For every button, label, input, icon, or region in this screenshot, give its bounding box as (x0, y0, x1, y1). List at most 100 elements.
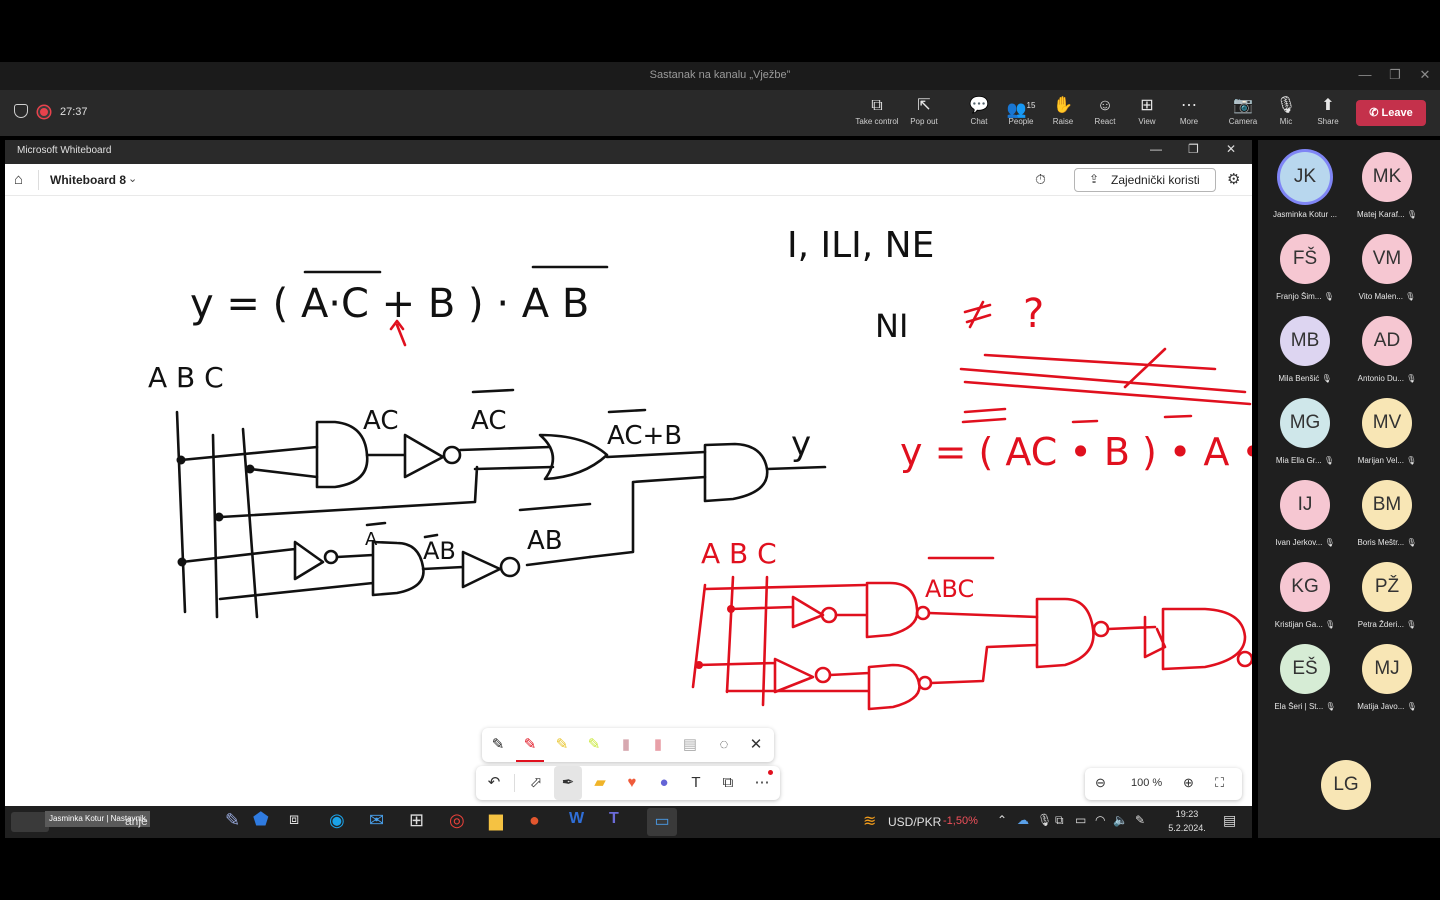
chevron-down-icon[interactable]: ⌄ (128, 172, 137, 185)
more-button[interactable]: ⋯ More (1167, 96, 1211, 132)
participant-avatar[interactable]: EŠ (1280, 644, 1330, 694)
settings-gear-icon[interactable]: ⚙ (1227, 170, 1240, 188)
chrome-icon[interactable]: ◎ (449, 810, 465, 831)
sticky-note-icon[interactable]: ▰ (586, 766, 614, 800)
camera-tray-icon[interactable]: ⧉ (1055, 813, 1064, 828)
people-button[interactable]: 👥15 People (999, 96, 1043, 132)
pop-out-label: Pop out (910, 117, 938, 126)
participant-avatar[interactable]: BM (1362, 480, 1412, 530)
red-not-gate-2 (697, 657, 815, 694)
participant-avatar[interactable]: LG (1321, 760, 1371, 810)
minimize-button[interactable]: — (1350, 62, 1380, 90)
folder-icon[interactable]: ▆ (489, 810, 503, 831)
volume-icon[interactable]: 🔈 (1113, 813, 1128, 827)
shapes-icon[interactable]: ⧉ (714, 766, 742, 800)
comment-icon[interactable]: ● (650, 766, 678, 800)
participant-avatar[interactable]: MB (1280, 316, 1330, 366)
wb-minimize-button[interactable]: — (1150, 142, 1166, 156)
participant-avatar[interactable]: AD (1362, 316, 1412, 366)
home-icon[interactable]: ⌂ (14, 171, 23, 188)
word-icon[interactable]: W (569, 810, 584, 828)
undo-icon[interactable]: ↶ (480, 766, 508, 800)
reactions-heart-icon[interactable]: ♥ (618, 766, 646, 800)
clock-date[interactable]: 5.2.2024. (1165, 823, 1209, 833)
teams-icon[interactable]: T (609, 810, 619, 828)
inking-icon[interactable]: ✒ (554, 766, 582, 800)
not-bubble-ab (499, 556, 521, 578)
screen: Sastanak na kanalu „Vježbe” — ❐ ✕ 27:37 … (0, 0, 1440, 900)
clock-time[interactable]: 19:23 (1165, 809, 1209, 819)
edge-icon[interactable]: ◉ (329, 810, 345, 831)
and-gate-ab (218, 540, 425, 601)
participant-avatar[interactable]: FŠ (1280, 234, 1330, 284)
mail-icon[interactable]: ✉ (369, 810, 384, 831)
store-icon[interactable]: ⊞ (409, 810, 424, 831)
mic-button[interactable]: 🎙 Mic (1264, 96, 1308, 132)
participant-avatar[interactable]: KG (1280, 562, 1330, 612)
notification-dot (768, 770, 773, 775)
participant-avatar[interactable]: MJ (1362, 644, 1412, 694)
wifi-icon[interactable]: ◠ (1095, 813, 1105, 827)
board-name[interactable]: Whiteboard 8 (50, 173, 126, 187)
wb-close-button[interactable]: ✕ (1226, 142, 1242, 156)
battery-icon[interactable]: ▭ (1075, 813, 1086, 827)
black-pen-icon[interactable]: ✎ (484, 728, 512, 762)
onedrive-icon[interactable]: ☁ (1017, 813, 1029, 827)
green-highlighter-icon[interactable]: ✎ (580, 728, 608, 762)
participant-avatar[interactable]: VM (1362, 234, 1412, 284)
share-button[interactable]: ⬆ Share (1306, 96, 1350, 132)
take-control-button[interactable]: ⧉ Take control (855, 96, 899, 132)
text-icon[interactable]: T (682, 766, 710, 800)
participant-avatar[interactable]: MG (1280, 398, 1330, 448)
notepad-icon[interactable]: ✎ (225, 810, 240, 831)
leave-button[interactable]: ✆ Leave (1356, 100, 1426, 126)
label-abc: ABC (925, 575, 974, 603)
close-window-button[interactable]: ✕ (1410, 62, 1440, 90)
fit-to-screen-icon[interactable]: ⛶ (1215, 775, 1224, 791)
chat-button[interactable]: 💬 Chat (957, 96, 1001, 132)
participant-name: Ivan Jerkov... 🎙 (1275, 538, 1335, 547)
task-view-icon[interactable]: ⧈ (289, 811, 299, 829)
pink-eraser-icon[interactable]: ▮ (644, 728, 672, 762)
equation-red: y = ( AC • B ) • A • B (900, 430, 1252, 474)
select-cursor-icon[interactable]: ⬀ (522, 766, 550, 800)
maximize-button[interactable]: ❐ (1380, 62, 1410, 90)
yellow-highlighter-icon[interactable]: ✎ (548, 728, 576, 762)
participant-avatar[interactable]: JK (1280, 152, 1330, 202)
pop-out-button[interactable]: ⇱ Pop out (902, 96, 946, 132)
view-button[interactable]: ⊞ View (1125, 96, 1169, 132)
whiteboard-canvas[interactable]: y = ( A·C + B ) · A B A B C AC AC AC+B y… (5, 197, 1252, 806)
lasso-icon[interactable]: ◌ (710, 728, 738, 762)
pen-tray-icon[interactable]: ✎ (1135, 813, 1145, 827)
close-tray-icon[interactable]: ✕ (742, 728, 770, 762)
camera-icon: 📷 (1233, 97, 1253, 114)
start-area[interactable] (11, 812, 49, 832)
active-window-label[interactable]: anje (125, 814, 148, 828)
security-icon[interactable]: ⬟ (253, 809, 269, 830)
whiteboard-app-icon[interactable]: ▭ (647, 808, 677, 836)
timer-icon[interactable]: ⏱ (1035, 171, 1046, 188)
eraser-icon[interactable]: ▮ (612, 728, 640, 762)
red-pen-icon[interactable]: ✎ (516, 728, 544, 762)
ruler-icon[interactable]: ▤ (676, 728, 704, 762)
participant-avatar[interactable]: MV (1362, 398, 1412, 448)
mic-tray-icon[interactable]: 🎙 (1037, 813, 1052, 827)
participant-name: Antonio Du... 🎙 (1357, 374, 1417, 383)
wb-maximize-button[interactable]: ❐ (1188, 142, 1204, 156)
view-label: View (1138, 117, 1156, 126)
powerpoint-icon[interactable]: ● (529, 810, 540, 831)
raise-button[interactable]: ✋ Raise (1041, 96, 1085, 132)
participant-avatar[interactable]: MK (1362, 152, 1412, 202)
notification-center-icon[interactable]: ▤ (1223, 812, 1236, 829)
tray-chevron-icon[interactable]: ⌃ (997, 813, 1007, 827)
participant-name: Marijan Vel... 🎙 (1357, 456, 1417, 465)
participant-avatar[interactable]: PŽ (1362, 562, 1412, 612)
camera-label: Camera (1228, 117, 1258, 126)
mic-label: Mic (1279, 117, 1293, 126)
camera-button[interactable]: 📷 Camera (1221, 96, 1265, 132)
zoom-in-icon[interactable]: ⊕ (1183, 775, 1194, 791)
participant-avatar[interactable]: IJ (1280, 480, 1330, 530)
zoom-out-icon[interactable]: ⊖ (1095, 775, 1106, 791)
react-button[interactable]: ☺ React (1083, 96, 1127, 132)
ticker-symbol[interactable]: USD/PKR (888, 815, 941, 829)
